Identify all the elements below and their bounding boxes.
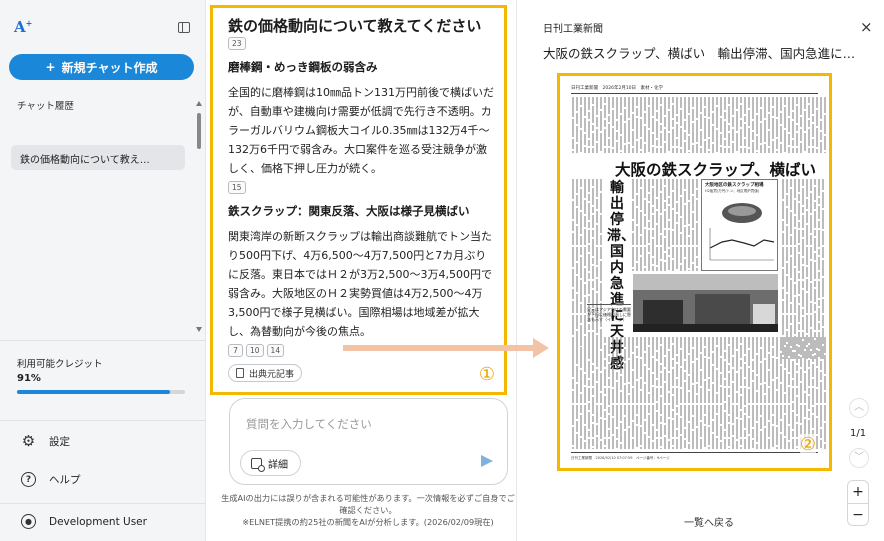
divider	[0, 503, 206, 504]
credit-value: 91%	[17, 373, 41, 384]
detail-label: 詳細	[268, 459, 288, 471]
newspaper-text-block	[632, 179, 698, 271]
answer-panel: 鉄の価格動向について教えてください 23 磨棒鋼・めっき鋼板の弱含み 全国的に磨…	[210, 5, 507, 395]
document-icon	[236, 368, 244, 378]
callout-marker-1: ①	[478, 364, 495, 385]
sidebar: A+ + 新規チャット作成 チャット履歴 鉄の価格動向について教え… 利用可能ク…	[0, 0, 206, 541]
help-icon: ?	[21, 472, 36, 487]
question-input[interactable]: 質問を入力してください	[246, 416, 372, 432]
callout-marker-2: ②	[799, 434, 816, 455]
zoom-in-button[interactable]: +	[848, 481, 868, 503]
chat-history-title: チャット履歴	[17, 101, 74, 112]
plus-icon: +	[45, 60, 56, 74]
article-title: 大阪の鉄スクラップ、横ばい 輸出停滞、国内急進に…	[543, 46, 856, 61]
credit-progress-bar	[17, 390, 185, 394]
newspaper-footer: 日刊工業新聞 2026/02/10 07:07:59 ページ番号：9ページ	[571, 456, 670, 460]
divider	[0, 340, 206, 341]
settings-link[interactable]: ⚙ 設定	[21, 434, 70, 449]
user-icon: ●	[21, 514, 36, 529]
disclaimer-line: ※ELNET提携の約25社の新聞をAIが分析します。(2026/02/09現在)	[242, 517, 494, 527]
newspaper-chart-graphic	[709, 203, 775, 261]
sidebar-toggle-icon[interactable]	[178, 22, 190, 33]
citation-badge[interactable]: 10	[246, 344, 264, 357]
search-document-icon	[251, 457, 265, 472]
send-icon[interactable]	[481, 455, 493, 467]
citation-badge[interactable]: 23	[228, 37, 246, 50]
previous-page-button[interactable]: ︿	[849, 398, 869, 418]
article-viewer: 日刊工業新聞 × 大阪の鉄スクラップ、横ばい 輸出停滞、国内急進に… 日刊工業新…	[516, 0, 884, 541]
question-input-box[interactable]: 質問を入力してください 詳細	[229, 398, 508, 485]
section-heading: 鉄スクラップ：関東反落、大阪は様子見横ばい	[228, 204, 470, 218]
connector-arrow-head-icon	[533, 338, 549, 358]
scrap-photo-highlight	[728, 206, 756, 216]
new-chat-label: 新規チャット作成	[61, 60, 158, 75]
divider	[571, 93, 818, 94]
next-page-button[interactable]: ﹀	[849, 448, 869, 468]
newspaper-text-block	[572, 97, 826, 153]
newspaper-chart: 大阪地区の鉄スクラップ相場 H2胎買(万円/トン、地区電炉買値)	[701, 179, 778, 271]
newspaper-text-block	[572, 179, 602, 359]
section-body: 関東湾岸の新断スクラップは輸出商談難航でトン当たり500円下げ、4万6,500～…	[228, 230, 492, 338]
credit-label: 利用可能クレジット	[17, 359, 103, 370]
newspaper-page-image[interactable]: 日刊工業新聞 2026年2月10日 素材・化学 大阪の鉄スクラップ、横ばい 輸出…	[557, 73, 832, 471]
citation-badge[interactable]: 15	[228, 181, 246, 194]
scroll-down-arrow-icon[interactable]	[196, 327, 202, 332]
user-name: Development User	[49, 515, 147, 528]
publication-name: 日刊工業新聞	[543, 24, 603, 35]
page-indicator: 1/1	[850, 428, 867, 439]
question-title: 鉄の価格動向について教えてください	[228, 17, 482, 35]
credit-progress-fill	[17, 390, 170, 394]
chat-history-item[interactable]: 鉄の価格動向について教え…	[11, 145, 185, 170]
newspaper-masthead: 日刊工業新聞 2026年2月10日 素材・化学	[571, 86, 664, 91]
citation-badge[interactable]: 7	[228, 344, 243, 357]
newspaper-photo-caption: 足元はアジア向けの需要が下振れ価格見直しに懸念も示す（イメージ）	[587, 304, 631, 322]
citation-badge[interactable]: 14	[266, 344, 285, 357]
newspaper-photo	[633, 274, 778, 332]
zoom-out-button[interactable]: −	[848, 503, 868, 525]
detail-button[interactable]: 詳細	[240, 450, 301, 476]
section-heading: 磨棒鋼・めっき鋼板の弱含み	[228, 60, 378, 74]
close-icon[interactable]: ×	[860, 18, 873, 36]
gear-icon: ⚙	[21, 432, 36, 450]
newspaper-main-headline: 大阪の鉄スクラップ、横ばい	[615, 160, 817, 179]
help-link[interactable]: ? ヘルプ	[21, 472, 81, 487]
zoom-controls: + −	[847, 480, 869, 526]
divider	[571, 452, 818, 453]
help-label: ヘルプ	[49, 474, 81, 486]
scroll-up-arrow-icon[interactable]	[196, 101, 202, 106]
scroll-thumb[interactable]	[197, 113, 201, 149]
app-logo[interactable]: A+	[14, 18, 32, 36]
connector-arrow-line	[343, 345, 533, 351]
divider	[0, 420, 206, 421]
source-article-button[interactable]: 出典元記事	[228, 364, 303, 382]
disclaimer: 生成AIの出力には誤りが含まれる可能性があります。一次情報を必ずご自身でご確認く…	[218, 492, 518, 528]
newspaper-text-block	[782, 179, 824, 359]
user-menu[interactable]: ● Development User	[21, 514, 147, 529]
source-article-label: 出典元記事	[249, 369, 295, 380]
app-window: A+ + 新規チャット作成 チャット履歴 鉄の価格動向について教え… 利用可能ク…	[0, 0, 884, 541]
back-to-list-link[interactable]: 一覧へ戻る	[684, 514, 734, 529]
settings-label: 設定	[49, 436, 70, 448]
sidebar-scrollbar[interactable]	[196, 101, 202, 332]
disclaimer-line: 生成AIの出力には誤りが含まれる可能性があります。一次情報を必ずご自身でご確認く…	[221, 493, 515, 515]
section-body: 全国的に磨棒鋼は10㎜品トン131万円前後で横ばいだが、自動車や建機向け需要が低…	[228, 86, 494, 175]
newspaper-text-block	[572, 337, 826, 449]
new-chat-button[interactable]: + 新規チャット作成	[9, 54, 194, 80]
chart-line	[709, 239, 775, 249]
chat-pane: 鉄の価格動向について教えてください 23 磨棒鋼・めっき鋼板の弱含み 全国的に磨…	[206, 0, 527, 541]
